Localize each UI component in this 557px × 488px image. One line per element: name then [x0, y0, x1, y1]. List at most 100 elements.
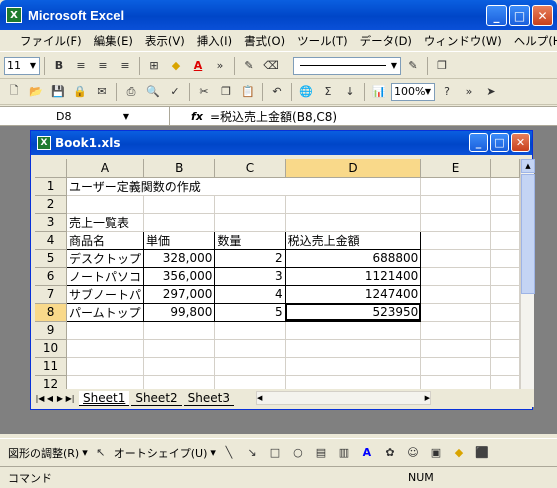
horizontal-scrollbar[interactable]: ◀ ▶ — [255, 391, 431, 405]
cell[interactable] — [285, 213, 422, 232]
cell[interactable] — [143, 213, 216, 232]
fill-color-icon[interactable]: ◆ — [449, 443, 469, 463]
hyperlink-icon[interactable]: 🌐 — [296, 82, 316, 102]
cell[interactable] — [490, 285, 520, 304]
row-header[interactable]: 3 — [35, 213, 68, 232]
align-center-icon[interactable]: ≡ — [93, 56, 113, 76]
wordart-icon[interactable]: A — [357, 443, 377, 463]
cell-B7[interactable]: 297,000 — [143, 285, 216, 304]
menu-file[interactable]: ファイル(F) — [14, 33, 88, 49]
cell[interactable] — [420, 267, 491, 286]
email-icon[interactable]: ✉ — [92, 82, 112, 102]
minimize-button[interactable]: _ — [486, 5, 507, 26]
cell[interactable] — [66, 375, 145, 389]
cell[interactable] — [420, 177, 491, 196]
copy-icon[interactable]: ❐ — [216, 82, 236, 102]
arrow-icon[interactable]: ↘ — [242, 443, 262, 463]
cell-B6[interactable]: 356,000 — [143, 267, 216, 286]
toolbar-options-icon[interactable]: » — [459, 82, 479, 102]
cell[interactable] — [66, 195, 145, 214]
cell[interactable] — [490, 375, 520, 389]
cell[interactable] — [66, 321, 145, 340]
sort-icon[interactable]: ↓ — [340, 82, 360, 102]
select-objects-icon[interactable]: ↖ — [91, 443, 111, 463]
row-header[interactable]: 8 — [35, 303, 68, 322]
cell[interactable] — [490, 177, 520, 196]
cell-A1[interactable]: ユーザー定義関数の作成 — [66, 177, 422, 196]
cell[interactable] — [420, 375, 491, 389]
scroll-left-icon[interactable]: ◀ — [257, 394, 262, 402]
permission-icon[interactable]: 🔒 — [70, 82, 90, 102]
cell[interactable] — [66, 357, 145, 376]
insert-function-icon[interactable]: fx — [188, 110, 206, 123]
bold-button[interactable]: B — [49, 56, 69, 76]
cell[interactable] — [420, 285, 491, 304]
column-header[interactable]: D — [285, 159, 422, 178]
last-sheet-icon[interactable]: ▶| — [65, 394, 75, 403]
eraser-icon[interactable]: ⌫ — [261, 56, 281, 76]
row-header[interactable]: 5 — [35, 249, 68, 268]
cell-B8[interactable]: 99,800 — [143, 303, 216, 322]
row-header[interactable]: 11 — [35, 357, 68, 376]
column-header[interactable] — [490, 159, 520, 178]
cell-A4[interactable]: 商品名 — [66, 230, 145, 250]
spreadsheet-grid[interactable]: A B C D E 1 ユーザー定義関数の作成 2 3 売上一覧表 4 商品名 単価 数量… — [35, 159, 520, 389]
prev-sheet-icon[interactable]: ◀ — [45, 394, 55, 403]
cell[interactable] — [214, 339, 286, 358]
row-header[interactable]: 12 — [35, 375, 68, 389]
row-header[interactable]: 10 — [35, 339, 68, 358]
cell[interactable] — [285, 357, 422, 376]
select-all-corner[interactable] — [35, 159, 68, 178]
next-sheet-icon[interactable]: ▶ — [55, 394, 65, 403]
column-header[interactable]: A — [66, 159, 145, 178]
chart-wizard-icon[interactable]: 📊 — [369, 82, 389, 102]
row-header[interactable]: 9 — [35, 321, 68, 340]
menu-data[interactable]: データ(D) — [354, 33, 418, 49]
cell[interactable] — [143, 357, 216, 376]
menu-edit[interactable]: 編集(E) — [88, 33, 139, 49]
maximize-button[interactable]: □ — [509, 5, 530, 26]
cell-A6[interactable]: ノートパソコ — [66, 267, 145, 286]
cell[interactable] — [420, 195, 491, 214]
cell[interactable] — [490, 339, 520, 358]
cell-C8[interactable]: 5 — [214, 303, 286, 322]
new-icon[interactable]: 🗋 — [4, 82, 24, 102]
align-right-icon[interactable]: ≡ — [115, 56, 135, 76]
print-icon[interactable]: ⎙ — [121, 82, 141, 102]
close-button[interactable]: ✕ — [532, 5, 553, 26]
cell[interactable] — [490, 195, 520, 214]
review-icon[interactable]: ➤ — [481, 82, 501, 102]
sheet-tab-3[interactable]: Sheet3 — [183, 391, 234, 406]
help-icon[interactable]: ? — [437, 82, 457, 102]
cell-C6[interactable]: 3 — [214, 267, 286, 286]
cell[interactable] — [143, 375, 216, 389]
spelling-icon[interactable]: ✓ — [165, 82, 185, 102]
cell[interactable] — [143, 195, 216, 214]
borders-icon[interactable]: ⊞ — [144, 56, 164, 76]
cell-A8[interactable]: パームトップ — [66, 303, 145, 322]
workbook-close-button[interactable]: ✕ — [511, 133, 530, 152]
active-cell-D8[interactable]: 523950 — [285, 303, 422, 322]
toolbar-options-icon[interactable]: » — [210, 56, 230, 76]
diagram-icon[interactable]: ✿ — [380, 443, 400, 463]
font-color-icon[interactable]: A — [188, 56, 208, 76]
cell[interactable] — [214, 357, 286, 376]
cell[interactable] — [285, 321, 422, 340]
cell[interactable] — [490, 267, 520, 286]
menu-window[interactable]: ウィンドウ(W) — [418, 33, 508, 49]
cut-icon[interactable]: ✂ — [194, 82, 214, 102]
column-header[interactable]: C — [214, 159, 286, 178]
cell-D4[interactable]: 税込売上金額 — [285, 230, 422, 250]
row-header[interactable]: 4 — [35, 231, 68, 250]
cell[interactable] — [214, 195, 286, 214]
clipart-icon[interactable]: ☺ — [403, 443, 423, 463]
cell[interactable] — [490, 303, 520, 322]
row-header[interactable]: 7 — [35, 285, 68, 304]
row-header[interactable]: 2 — [35, 195, 68, 214]
cell-B5[interactable]: 328,000 — [143, 249, 216, 268]
cell[interactable] — [214, 375, 286, 389]
scroll-right-icon[interactable]: ▶ — [425, 394, 430, 402]
save-icon[interactable]: 💾 — [48, 82, 68, 102]
line-icon[interactable]: ╲ — [219, 443, 239, 463]
scroll-up-icon[interactable]: ▲ — [521, 159, 535, 173]
